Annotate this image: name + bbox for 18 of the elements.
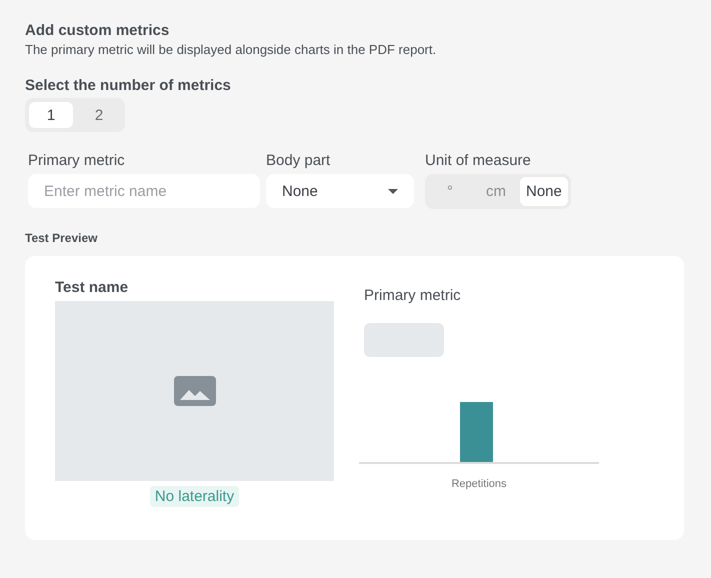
metric-count-label: Select the number of metrics bbox=[25, 77, 231, 94]
segment-option[interactable]: 2 bbox=[77, 102, 121, 128]
preview-heading: Test Preview bbox=[25, 231, 98, 245]
image-icon bbox=[174, 376, 216, 406]
metric-name-field[interactable]: Enter metric name bbox=[28, 174, 260, 208]
body-part-dropdown[interactable]: None bbox=[266, 174, 414, 208]
axis-label: Repetitions bbox=[451, 478, 507, 490]
caret-icon bbox=[388, 188, 398, 194]
section-title: Add custom metrics bbox=[25, 22, 170, 39]
metric-title: Primary metric bbox=[364, 287, 461, 304]
segment-option[interactable]: 1 bbox=[29, 102, 73, 128]
section-description: The primary metric will be displayed alongside charts in the PDF report. bbox=[25, 42, 436, 57]
segment-option[interactable]: None bbox=[520, 177, 568, 206]
test-name: Test name bbox=[55, 279, 128, 296]
primary-metric-label: Primary metric bbox=[28, 152, 125, 169]
body-part-label: Body part bbox=[266, 152, 330, 169]
laterality-tag: No laterality bbox=[150, 486, 240, 507]
unit-label: Unit of measure bbox=[425, 152, 531, 169]
